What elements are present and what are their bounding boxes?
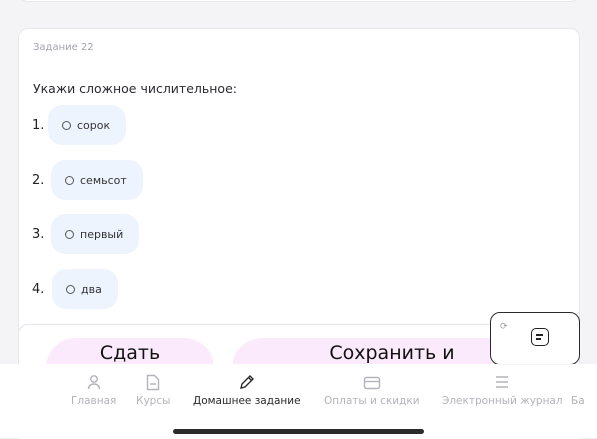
option-number: 3. (32, 226, 45, 242)
answer-option-3[interactable]: первый (51, 214, 140, 254)
previous-task-card (18, 0, 580, 2)
nav-label: Электронный журнал (442, 395, 563, 407)
loading-icon: ⟳ (500, 322, 508, 332)
radio-icon[interactable] (65, 175, 74, 185)
wallet-icon (363, 372, 381, 392)
option-row-4: 4. два (32, 269, 118, 309)
option-row-1: 1. сорок (32, 105, 127, 145)
option-row-2: 2. семьсот (32, 160, 143, 200)
nav-item-partial[interactable]: Ба (571, 372, 585, 407)
document-icon (146, 372, 160, 392)
radio-icon[interactable] (65, 229, 74, 239)
nav-item-homework[interactable]: Домашнее задание (193, 372, 301, 407)
option-label: сорок (77, 118, 111, 132)
option-row-3: 3. первый (32, 214, 140, 254)
nav-item-courses[interactable]: Курсы (136, 372, 170, 407)
home-indicator (173, 429, 424, 434)
option-label: первый (80, 227, 124, 241)
option-label: два (81, 282, 102, 296)
option-number: 1. (32, 117, 45, 133)
task-number: Задание 22 (33, 42, 94, 53)
question-text: Укажи сложное числительное: (33, 81, 237, 96)
answer-option-2[interactable]: семьсот (51, 160, 143, 200)
answer-option-4[interactable]: два (52, 269, 118, 309)
nav-label: Ба (571, 395, 585, 407)
nav-item-payments[interactable]: Оплаты и скидки (324, 372, 420, 407)
option-number: 2. (32, 172, 45, 188)
nav-item-journal[interactable]: Электронный журнал (442, 372, 563, 407)
user-icon (87, 372, 101, 392)
option-number: 4. (32, 281, 45, 297)
pencil-icon (239, 372, 255, 392)
radio-icon[interactable] (62, 120, 71, 130)
radio-icon[interactable] (66, 284, 75, 294)
menu-icon (494, 372, 510, 392)
answer-option-1[interactable]: сорок (48, 105, 127, 145)
chat-icon[interactable] (531, 328, 549, 346)
nav-label: Домашнее задание (193, 395, 301, 407)
nav-label: Главная (71, 395, 117, 407)
option-label: семьсот (80, 173, 127, 187)
nav-item-home[interactable]: Главная (71, 372, 116, 407)
nav-label: Оплаты и скидки (324, 395, 420, 407)
nav-label: Курсы (136, 395, 171, 407)
